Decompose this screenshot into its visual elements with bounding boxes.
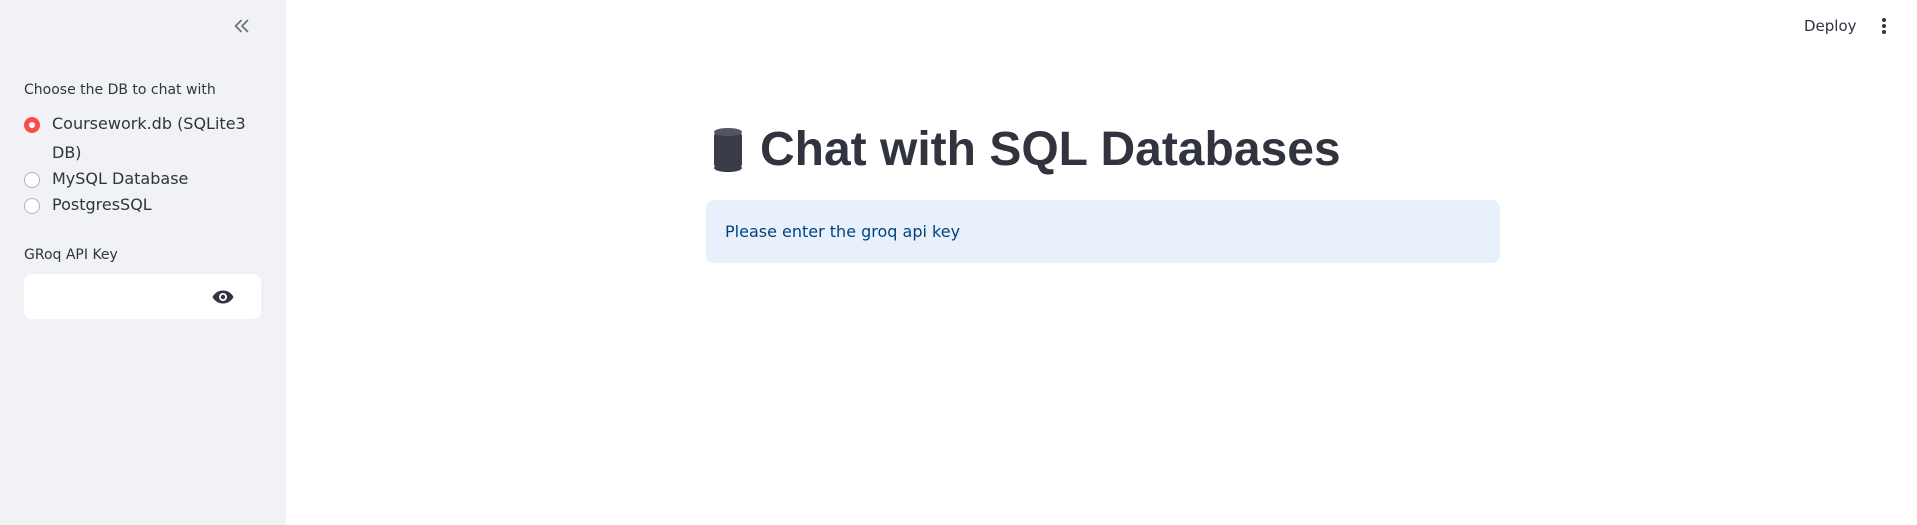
show-password-button[interactable] xyxy=(203,277,243,317)
db-radio-group: Coursework.db (SQLite3 DB) MySQL Databas… xyxy=(24,112,254,219)
title-row: Chat with SQL Databases xyxy=(712,122,1341,177)
api-key-field-container xyxy=(24,274,261,319)
page-title: Chat with SQL Databases xyxy=(760,123,1341,176)
db-choice-label: Choose the DB to chat with xyxy=(24,82,216,98)
api-key-label: GRoq API Key xyxy=(24,247,118,263)
radio-unselected-icon[interactable] xyxy=(24,198,40,214)
eye-icon xyxy=(212,290,234,303)
radio-option-postgres[interactable]: PostgresSQL xyxy=(24,193,254,219)
main-menu-button[interactable] xyxy=(1872,12,1896,40)
api-key-input[interactable] xyxy=(24,276,203,317)
info-message: Please enter the groq api key xyxy=(725,222,961,241)
radio-option-label: PostgresSQL xyxy=(52,195,152,214)
radio-option-sqlite[interactable]: Coursework.db (SQLite3 DB) xyxy=(24,112,254,167)
collapse-sidebar-button[interactable] xyxy=(228,12,256,40)
double-chevron-left-icon xyxy=(234,19,249,33)
radio-option-label: Coursework.db (SQLite3 DB) xyxy=(52,114,246,162)
radio-option-label: MySQL Database xyxy=(52,169,189,188)
radio-selected-icon[interactable] xyxy=(24,117,40,133)
sidebar: Choose the DB to chat with Coursework.db… xyxy=(0,0,286,525)
vertical-ellipsis-icon xyxy=(1882,18,1886,34)
database-cylinder-icon xyxy=(714,127,742,172)
radio-unselected-icon[interactable] xyxy=(24,172,40,188)
deploy-button[interactable]: Deploy xyxy=(1796,12,1865,40)
info-alert: Please enter the groq api key xyxy=(706,200,1500,263)
app-root: Choose the DB to chat with Coursework.db… xyxy=(0,0,1917,525)
